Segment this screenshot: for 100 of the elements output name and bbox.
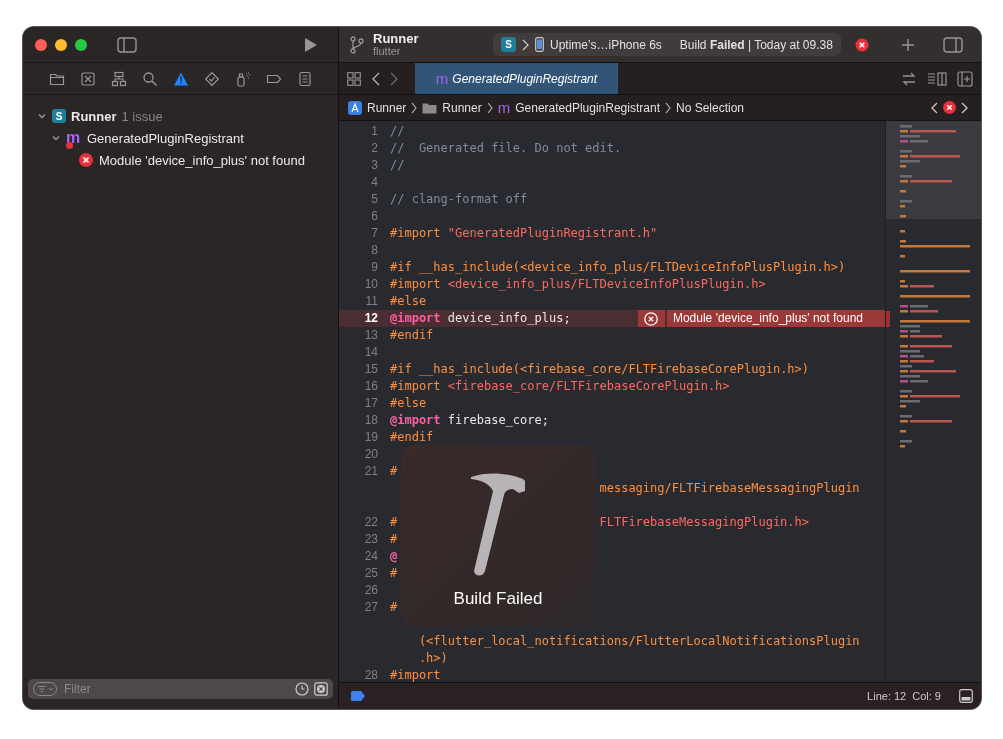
code-text: #import: [390, 226, 442, 240]
code-text: #import: [390, 379, 442, 393]
line-number: 19: [363, 429, 379, 446]
code-text: //: [390, 124, 405, 138]
issue-message[interactable]: Module 'device_info_plus' not found: [99, 152, 305, 168]
hierarchy-icon: [110, 70, 127, 87]
sidebar-toggle-icon[interactable]: [117, 36, 137, 53]
code-text: messaging/FLTFirebaseMessagingPlugin: [599, 481, 860, 495]
separator-chevron-icon: [411, 101, 418, 114]
code-text: #: [390, 515, 398, 529]
editor-tab[interactable]: m GeneratedPluginRegistrant: [415, 63, 618, 94]
swap-icon[interactable]: [901, 71, 917, 86]
code-text: #import: [390, 668, 441, 682]
close-button[interactable]: [35, 38, 47, 51]
code-text: #: [390, 566, 398, 580]
issue-count: 1 issue: [121, 108, 163, 124]
line-number: 23: [363, 531, 379, 548]
code-text: "GeneratedPluginRegistrant.h": [447, 226, 658, 240]
branch-name: flutter: [373, 44, 402, 58]
grid-icon[interactable]: [347, 71, 361, 86]
error-icon[interactable]: [854, 37, 869, 52]
code-text: #if __has_include(<firebase_core/FLTFirebaseCorePlugin.h>): [390, 362, 810, 376]
line-number: 13: [363, 327, 379, 344]
file-type-icon: m: [497, 99, 511, 116]
issues-only-icon[interactable]: [314, 682, 328, 696]
line-number: 8: [370, 242, 379, 259]
error-icon: [79, 153, 93, 167]
code-text: FLTFirebaseMessagingPlugin.h>: [599, 515, 809, 529]
line-number: 4: [370, 174, 379, 191]
folder-icon: [422, 101, 438, 114]
jump-bar-item[interactable]: Runner: [442, 100, 482, 115]
inspector-toggle-icon[interactable]: [943, 36, 963, 53]
add-icon[interactable]: [901, 37, 915, 52]
error-icon: [943, 101, 956, 114]
code-text: firebase_core;: [446, 413, 549, 427]
search-icon: [141, 70, 158, 87]
line-number: 5: [370, 191, 379, 208]
filter-input[interactable]: Filter: [62, 681, 290, 697]
jump-bar-item[interactable]: Runner: [367, 100, 407, 115]
run-destination[interactable]: Uptime’s…iPhone 6s: [550, 37, 662, 52]
code-text: #: [390, 600, 398, 614]
line-number: 25: [363, 565, 379, 582]
code-text: #endif: [390, 430, 434, 444]
recent-icon[interactable]: [295, 682, 309, 696]
project-icon: [348, 100, 362, 115]
previous-issue-icon[interactable]: [930, 101, 938, 114]
add-editor-icon[interactable]: [957, 70, 973, 87]
error-icon: [644, 311, 659, 326]
filter-options-icon[interactable]: [33, 682, 57, 696]
project-name[interactable]: Runner: [71, 108, 117, 124]
code-text: <firebase_core/FLTFirebaseCorePlugin.h>: [447, 379, 730, 393]
code-text: #: [390, 464, 398, 478]
separator-chevron-icon: [486, 101, 493, 114]
code-text: @import: [390, 413, 441, 427]
zoom-button[interactable]: [75, 38, 87, 51]
code-text: <device_info_plus/FLTDeviceInfoPlusPlugin.h>: [447, 277, 766, 291]
app-icon: S: [52, 109, 66, 123]
debug-icon: [234, 70, 251, 87]
build-status: Build Failed | Today at 09.38: [679, 37, 833, 52]
filter-field[interactable]: Filter: [28, 679, 333, 699]
run-icon[interactable]: [304, 36, 318, 53]
code-text: @: [390, 549, 398, 563]
jump-bar-item[interactable]: No Selection: [676, 100, 745, 115]
line-number: 15: [363, 361, 379, 378]
test-icon: [203, 70, 220, 87]
separator-chevron-icon: [665, 101, 671, 114]
line-number: 28: [363, 667, 379, 684]
code-text: // Generated file. Do not edit.: [390, 141, 622, 155]
jump-bar-item[interactable]: GeneratedPluginRegistrant: [515, 100, 660, 115]
phone-icon: [535, 37, 544, 52]
line-number: 10: [363, 276, 379, 293]
line-number: 3: [370, 157, 379, 174]
back-icon[interactable]: [371, 71, 380, 86]
line-number: 9: [370, 259, 379, 276]
line-number: 21: [363, 463, 379, 480]
branch-icon: [349, 35, 365, 54]
scheme-icon[interactable]: S: [501, 37, 516, 52]
line-number: 16: [363, 378, 379, 395]
debug-area-toggle-icon[interactable]: [959, 689, 973, 703]
line-number: 14: [363, 344, 379, 361]
code-text: @import: [390, 311, 441, 325]
code-text: #else: [390, 294, 427, 308]
forward-icon[interactable]: [390, 71, 399, 86]
expanded-chevron-icon[interactable]: [51, 133, 61, 143]
minimize-button[interactable]: [55, 38, 67, 51]
column-indicator: Col: 9: [912, 690, 941, 702]
breakpoint-icon[interactable]: [351, 691, 365, 701]
editor-options-icon[interactable]: [927, 71, 947, 86]
code-text: (<flutter_local_notifications/FlutterLocalNotificationsPlugin: [418, 634, 860, 648]
line-number: 7: [370, 225, 379, 242]
line-number: 11: [364, 293, 379, 310]
line-number: 12: [363, 310, 379, 327]
code-text: #import: [390, 277, 442, 291]
code-text: .h>): [418, 651, 448, 665]
expanded-chevron-icon[interactable]: [37, 111, 47, 121]
file-name[interactable]: GeneratedPluginRegistrant: [87, 130, 244, 146]
line-number: 18: [363, 412, 379, 429]
next-issue-icon[interactable]: [961, 101, 969, 114]
chevron-icon: [522, 38, 529, 51]
source-control-icon: [79, 70, 96, 87]
